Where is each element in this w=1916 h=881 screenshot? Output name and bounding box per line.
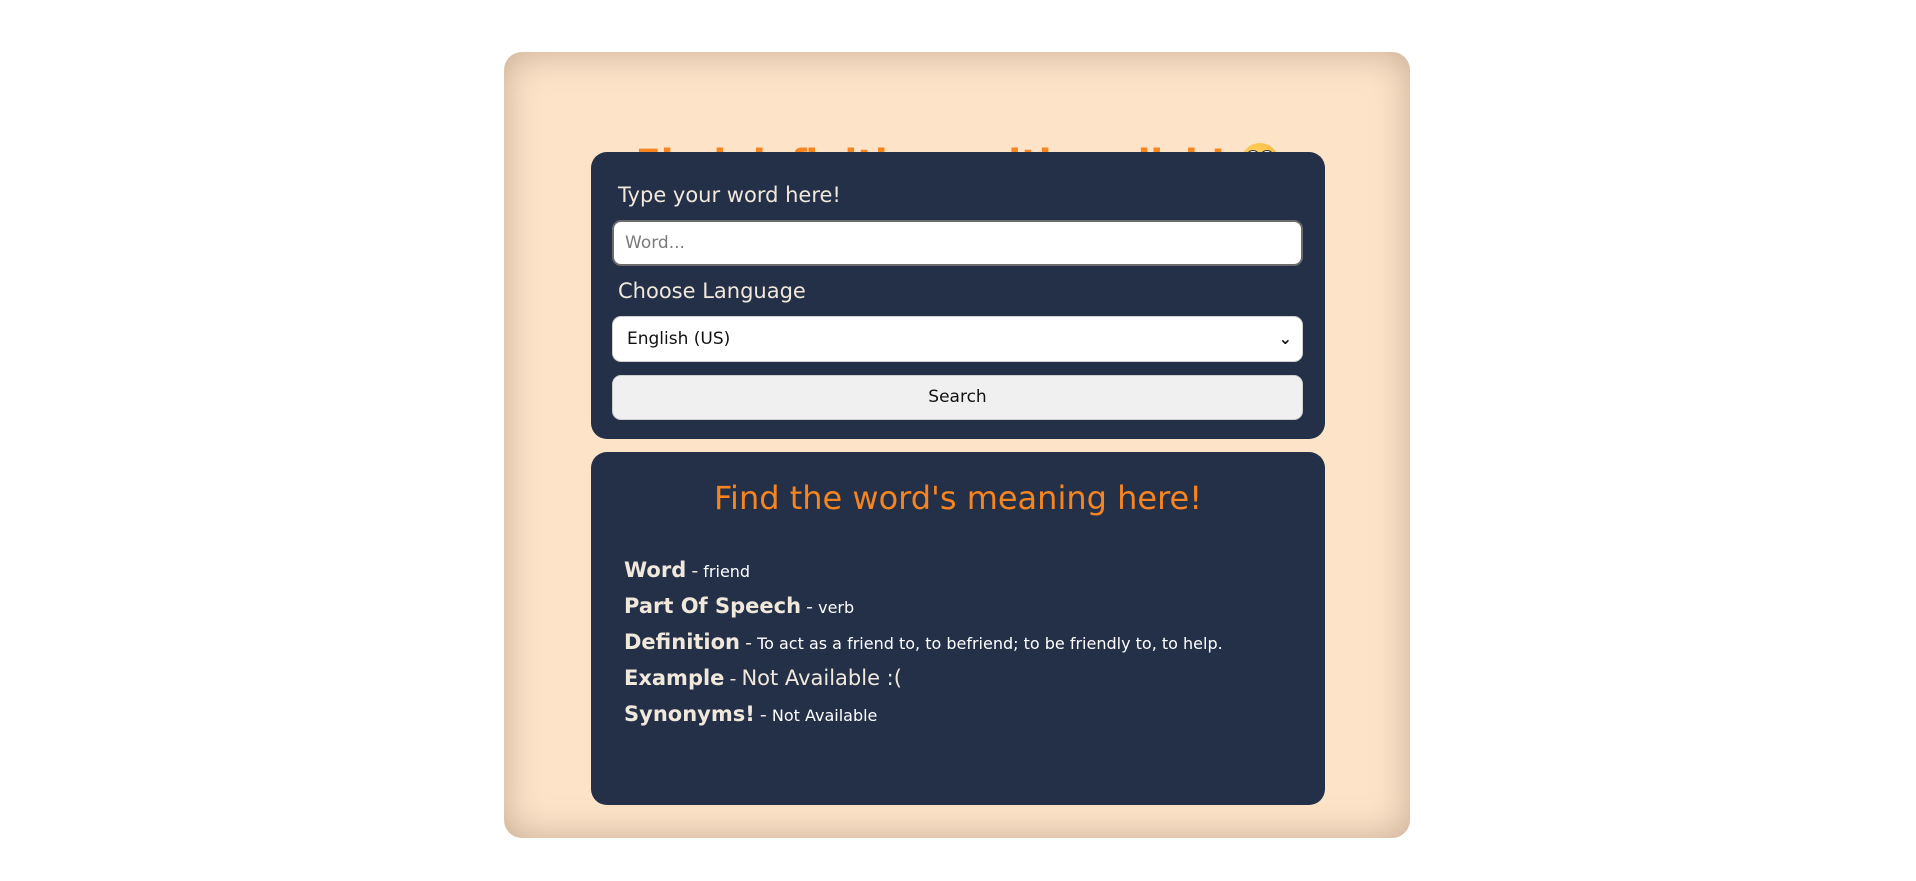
search-button[interactable]: Search [612,375,1303,420]
result-row-part-of-speech: Part Of Speech - verb [624,592,854,622]
result-value: To act as a friend to, to befriend; to b… [757,634,1223,653]
language-select-value: English (US) [627,329,731,349]
result-value: verb [818,598,855,617]
chevron-down-icon: ⌄ [1278,329,1292,348]
result-row-synonyms: Synonyms! - Not Available [624,700,877,730]
result-separator: - [806,596,813,618]
result-value: friend [703,562,751,581]
language-field-label: Choose Language [618,279,806,303]
result-separator: - [691,560,699,582]
word-input[interactable] [612,220,1303,266]
result-key: Definition [624,630,741,654]
result-key: Part Of Speech [624,594,802,618]
result-key: Example [624,666,725,690]
result-row-word: Word - friend [624,556,750,586]
word-field-label: Type your word here! [618,183,841,207]
search-form-card: Type your word here! Choose Language Eng… [591,152,1325,439]
language-select[interactable]: English (US) ⌄ [612,316,1303,362]
result-separator: - [745,632,752,654]
result-separator: - [759,704,767,726]
result-title: Find the word's meaning here! [713,479,1203,517]
result-key: Word [624,558,687,582]
result-row-example: Example - Not Available :( [624,664,902,694]
result-value: Not Available :( [741,666,902,690]
result-value: Not Available [771,706,878,725]
result-separator: - [729,668,737,690]
result-row-definition: Definition - To act as a friend to, to b… [624,628,1223,658]
result-card: Find the word's meaning here! Word - fri… [591,452,1325,805]
result-key: Synonyms! [624,702,755,726]
